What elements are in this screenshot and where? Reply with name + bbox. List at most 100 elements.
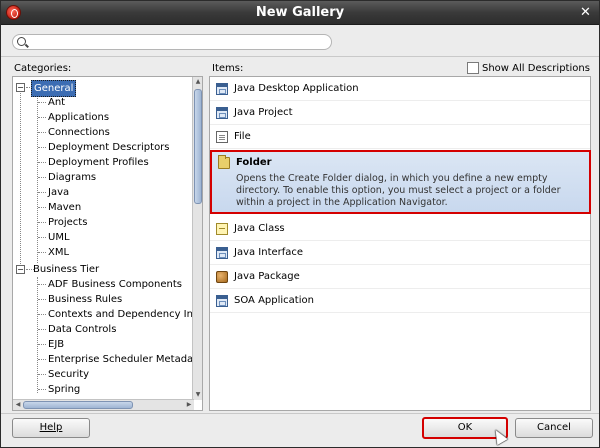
- item-soa-application[interactable]: SOA Application: [210, 289, 590, 313]
- tree-item-label: Business Rules: [48, 294, 123, 305]
- help-button-label: Help: [39, 422, 63, 433]
- item-label: Java Package: [234, 271, 300, 282]
- tree-item-java[interactable]: Java: [38, 185, 69, 200]
- scrollbar-thumb[interactable]: [194, 89, 202, 204]
- tree-branch: [38, 284, 46, 285]
- tree-item-applications[interactable]: Applications: [38, 110, 109, 125]
- tree-item-adf-business-components[interactable]: ADF Business Components: [38, 277, 182, 292]
- tree-item-label: Diagrams: [48, 172, 97, 183]
- item-label: SOA Application: [234, 295, 314, 306]
- tree-item-spring[interactable]: Spring: [38, 382, 80, 397]
- tree-branch: [38, 389, 46, 390]
- item-label: Folder: [236, 157, 272, 168]
- tree-branch: [38, 299, 46, 300]
- file-icon: [216, 131, 228, 143]
- item-folder[interactable]: Folder Opens the Create Folder dialog, i…: [210, 150, 591, 214]
- tree-item-maven[interactable]: Maven: [38, 200, 81, 215]
- item-description: Opens the Create Folder dialog, in which…: [236, 173, 561, 208]
- tree-branch: [38, 207, 46, 208]
- tree-item-diagrams[interactable]: Diagrams: [38, 170, 96, 185]
- show-all-descriptions-checkbox[interactable]: [467, 62, 479, 74]
- tree-item-label: Deployment Profiles: [48, 157, 149, 168]
- scrollbar-thumb[interactable]: [23, 401, 133, 409]
- item-file[interactable]: File: [210, 125, 590, 149]
- item-java-project[interactable]: Java Project: [210, 101, 590, 125]
- tree-item-label: EJB: [48, 339, 65, 350]
- tree-item-label: Java: [48, 187, 70, 198]
- tree-item-projects[interactable]: Projects: [38, 215, 87, 230]
- cancel-button[interactable]: Cancel: [515, 418, 593, 438]
- tree-item-label: Enterprise Scheduler Metadata: [48, 354, 203, 365]
- categories-horizontal-scrollbar[interactable]: ◀ ▶: [13, 399, 194, 410]
- tree-item-label: Data Controls: [48, 324, 117, 335]
- title-bar: New Gallery ✕: [1, 1, 599, 25]
- scroll-left-icon[interactable]: ◀: [14, 401, 22, 409]
- collapse-icon[interactable]: −: [16, 83, 25, 92]
- tree-item-enterprise-scheduler-metadata[interactable]: Enterprise Scheduler Metadata: [38, 352, 203, 367]
- items-label-text: Items:: [212, 63, 244, 74]
- scroll-right-icon[interactable]: ▶: [185, 401, 193, 409]
- categories-label-text: Categories:: [14, 63, 72, 74]
- collapse-icon[interactable]: −: [16, 265, 25, 274]
- tree-item-xml[interactable]: XML: [38, 245, 69, 260]
- window-icon: [216, 247, 228, 259]
- cancel-button-label: Cancel: [537, 422, 571, 433]
- item-java-interface[interactable]: Java Interface: [210, 241, 590, 265]
- categories-label: Categories:: [14, 63, 71, 74]
- tree-item-label: Ant: [48, 97, 66, 108]
- item-label: File: [234, 131, 251, 142]
- divider: [1, 56, 599, 57]
- package-icon: [216, 271, 228, 283]
- item-java-desktop-application[interactable]: Java Desktop Application: [210, 77, 590, 101]
- search-input[interactable]: [31, 36, 326, 48]
- tree-item-uml[interactable]: UML: [38, 230, 70, 245]
- tree-branch: [38, 117, 46, 118]
- window-icon: [216, 83, 228, 95]
- tree-item-label: Contexts and Dependency Inj: [48, 309, 196, 320]
- class-icon: [216, 223, 228, 235]
- show-all-descriptions-toggle[interactable]: Show All Descriptions: [467, 62, 590, 74]
- item-java-class[interactable]: Java Class: [210, 217, 590, 241]
- tree-item-deployment-descriptors[interactable]: Deployment Descriptors: [38, 140, 170, 155]
- item-label: Java Desktop Application: [234, 83, 359, 94]
- tree-item-label: Deployment Descriptors: [48, 142, 170, 153]
- tree-item-ant[interactable]: Ant: [38, 95, 65, 110]
- tree-item-data-controls[interactable]: Data Controls: [38, 322, 116, 337]
- categories-tree[interactable]: − General Ant Applications Connections D…: [12, 76, 203, 411]
- tree-branch: [38, 102, 46, 103]
- tree-item-label: Connections: [48, 127, 110, 138]
- search-icon: [17, 37, 26, 46]
- tree-branch: [38, 132, 46, 133]
- tree-item-label: Applications: [48, 112, 110, 123]
- scroll-down-icon[interactable]: ▼: [194, 391, 202, 399]
- tree-item-label: XML: [48, 247, 70, 258]
- folder-icon: [218, 155, 230, 169]
- tree-item-label: Business Tier: [33, 264, 100, 275]
- tree-item-ejb[interactable]: EJB: [38, 337, 64, 352]
- tree-item-deployment-profiles[interactable]: Deployment Profiles: [38, 155, 149, 170]
- tree-branch: [38, 177, 46, 178]
- tree-item-security[interactable]: Security: [38, 367, 89, 382]
- tree-item-label: ADF Business Components: [48, 279, 183, 290]
- tree-item-label: Maven: [48, 202, 82, 213]
- tree-branch: [38, 162, 46, 163]
- categories-vertical-scrollbar[interactable]: ▲ ▼: [192, 77, 202, 400]
- item-java-package[interactable]: Java Package: [210, 265, 590, 289]
- tree-item-business-rules[interactable]: Business Rules: [38, 292, 122, 307]
- tree-branch: [38, 314, 46, 315]
- items-list[interactable]: Java Desktop Application Java Project Fi…: [209, 76, 591, 411]
- new-gallery-dialog: New Gallery ✕ Categories: Items: Show Al…: [0, 0, 600, 448]
- tree-item-connections[interactable]: Connections: [38, 125, 110, 140]
- item-label: Java Class: [234, 223, 285, 234]
- tree-item-contexts-and-dependency-injection[interactable]: Contexts and Dependency Inj: [38, 307, 196, 322]
- tree-branch: [38, 344, 46, 345]
- tree-item-label: Security: [48, 369, 90, 380]
- window-icon: [216, 295, 228, 307]
- show-all-descriptions-label: Show All Descriptions: [482, 62, 590, 74]
- items-label: Items:: [212, 63, 243, 74]
- close-button[interactable]: ✕: [578, 5, 593, 20]
- help-button[interactable]: Help: [12, 418, 90, 438]
- scroll-up-icon[interactable]: ▲: [194, 78, 202, 86]
- item-label: Java Interface: [234, 247, 304, 258]
- search-field[interactable]: [12, 34, 332, 50]
